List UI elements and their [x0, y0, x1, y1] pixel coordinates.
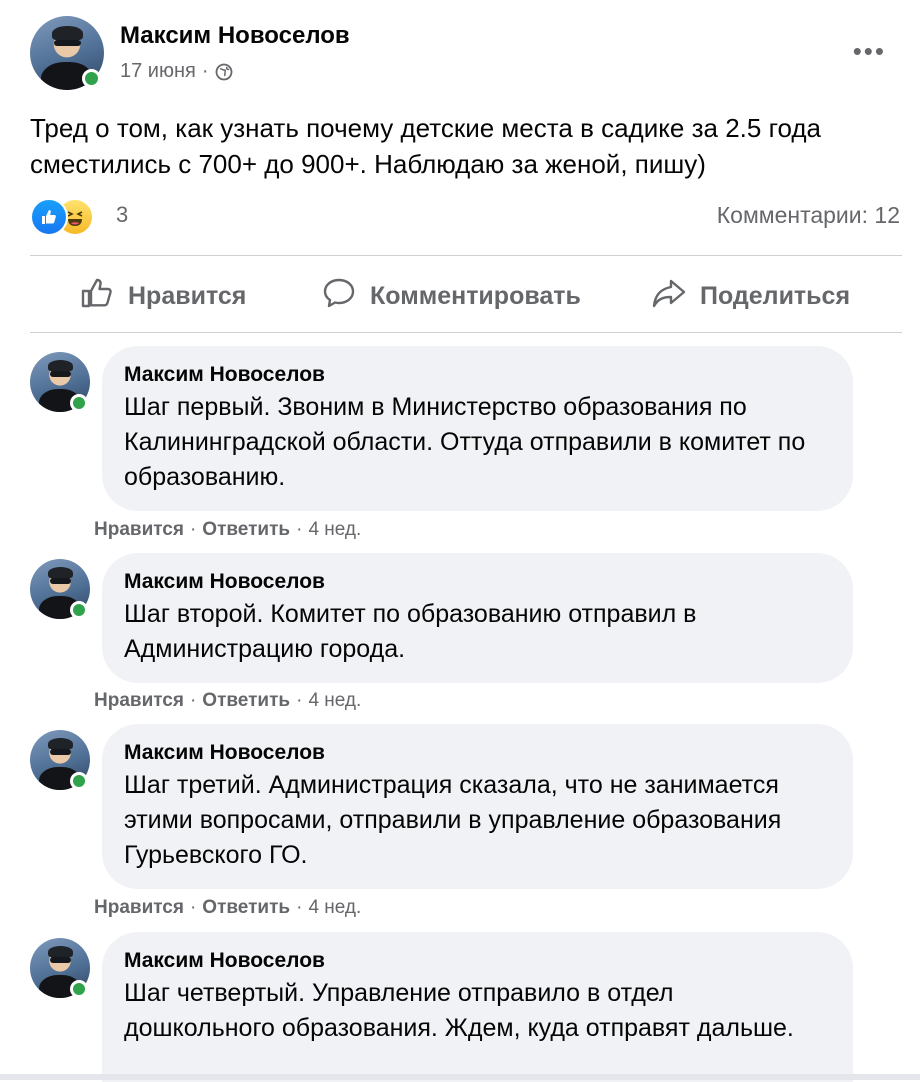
comment-button-label: Комментировать [370, 281, 581, 310]
comment-button[interactable]: Комментировать [322, 266, 581, 326]
comment-text: Шаг четвертый. Управление отправило в от… [124, 979, 794, 1042]
online-status-icon [70, 772, 88, 790]
comment-bubble: Максим Новоселов Шаг четвертый. Управлен… [102, 932, 853, 1082]
divider [30, 332, 902, 333]
thumbs-up-icon [80, 276, 114, 317]
comment-actions: Нравится · Ответить · 4 нед. [94, 897, 361, 919]
comment-bubble: Максим Новоселов Шаг третий. Администрац… [102, 724, 853, 889]
post-date[interactable]: 17 июня [120, 60, 196, 83]
globe-icon [215, 63, 233, 81]
comment-bubble-icon [322, 276, 356, 317]
comment-bubble: Максим Новоселов Шаг первый. Звоним в Ми… [102, 346, 853, 511]
reactions-row: 3 Комментарии: 12 [30, 198, 900, 238]
online-status-icon [70, 980, 88, 998]
separator: · [189, 690, 197, 711]
comments-count[interactable]: Комментарии: 12 [717, 202, 900, 229]
like-button[interactable]: Нравится [80, 266, 246, 326]
comment-reply-link[interactable]: Ответить [202, 897, 290, 919]
post-header: Максим Новоселов 17 июня · ••• [30, 16, 900, 96]
online-status-icon [82, 69, 101, 88]
divider [30, 255, 902, 256]
comment-time[interactable]: 4 нед. [308, 690, 361, 712]
comment-reply-link[interactable]: Ответить [202, 690, 290, 712]
more-icon[interactable]: ••• [853, 36, 886, 67]
comment-text: Шаг второй. Комитет по образованию отпра… [124, 600, 697, 663]
action-bar: Нравится Комментировать Поделиться [30, 266, 902, 326]
comment-bubble: Максим Новоселов Шаг второй. Комитет по … [102, 553, 853, 683]
comment-like-link[interactable]: Нравится [94, 897, 184, 919]
post-author-name[interactable]: Максим Новоселов [120, 22, 350, 50]
separator: · [189, 519, 197, 540]
comment-time[interactable]: 4 нед. [308, 519, 361, 541]
separator: · [296, 897, 303, 918]
reaction-count[interactable]: 3 [116, 202, 128, 228]
separator: · [296, 690, 303, 711]
comment-like-link[interactable]: Нравится [94, 519, 184, 541]
share-button-label: Поделиться [700, 281, 851, 310]
share-arrow-icon [652, 276, 686, 317]
comment-like-link[interactable]: Нравится [94, 690, 184, 712]
comment-text: Шаг первый. Звоним в Министерство образо… [124, 393, 806, 491]
like-button-label: Нравится [128, 281, 247, 310]
comment-reply-link[interactable]: Ответить [202, 519, 290, 541]
comment-text: Шаг третий. Администрация сказала, что н… [124, 771, 782, 869]
comment-author[interactable]: Максим Новоселов [124, 738, 831, 768]
comment-actions: Нравится · Ответить · 4 нед. [94, 519, 361, 541]
comment-author[interactable]: Максим Новоселов [124, 946, 831, 976]
online-status-icon [70, 394, 88, 412]
comment-author[interactable]: Максим Новоселов [124, 567, 831, 597]
comment-author[interactable]: Максим Новоселов [124, 360, 831, 390]
separator: · [189, 897, 197, 918]
like-reaction-icon[interactable] [30, 198, 68, 236]
post-text: Тред о том, как узнать почему детские ме… [30, 113, 822, 179]
meta-separator: · [201, 60, 209, 82]
divider [0, 1074, 920, 1080]
comment-time[interactable]: 4 нед. [308, 897, 361, 919]
comment-actions: Нравится · Ответить · 4 нед. [94, 690, 361, 712]
separator: · [296, 519, 303, 540]
online-status-icon [70, 601, 88, 619]
share-button[interactable]: Поделиться [652, 266, 850, 326]
post-meta: 17 июня · [120, 60, 233, 83]
